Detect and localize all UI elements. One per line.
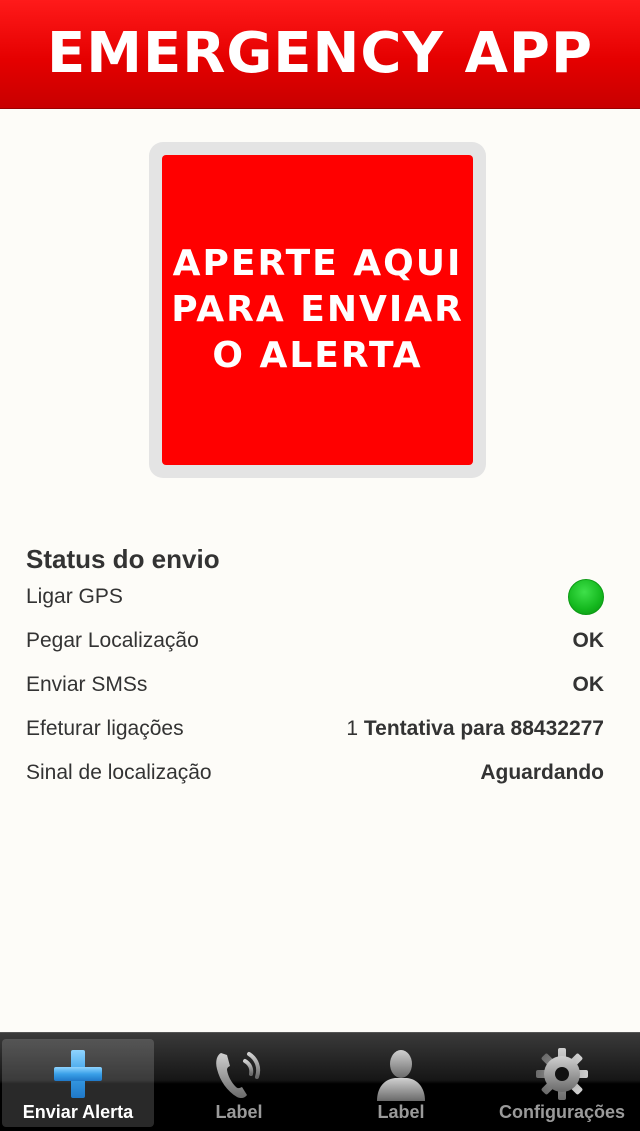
- app-title: EMERGENCY APP: [46, 21, 593, 86]
- call-attempt-count: 1: [346, 717, 359, 740]
- status-label-location: Pegar Localização: [26, 629, 199, 652]
- tab-label-contacts: Label: [377, 1102, 425, 1122]
- tab-label-phone: Label: [215, 1102, 263, 1122]
- plus-icon: [52, 1046, 104, 1102]
- person-icon: [373, 1046, 429, 1102]
- tab-bar: Enviar Alerta Label Label Configurações: [0, 1032, 640, 1131]
- tab-phone[interactable]: Label: [163, 1039, 315, 1127]
- phone-icon: [211, 1046, 267, 1102]
- tab-label-settings: Configurações: [498, 1102, 626, 1122]
- gear-icon: [534, 1046, 590, 1102]
- status-row-location: Pegar Localização OK: [26, 626, 604, 656]
- alert-button-frame: APERTE AQUI PARA ENVIAR O ALERTA: [149, 142, 486, 478]
- status-row-calls: Efeturar ligações 1 Tentativa para 88432…: [26, 714, 604, 744]
- tab-contacts[interactable]: Label: [325, 1039, 477, 1127]
- status-row-signal: Sinal de localização Aguardando: [26, 758, 604, 788]
- status-label-sms: Enviar SMSs: [26, 673, 148, 696]
- status-row-gps: Ligar GPS: [26, 579, 604, 615]
- alert-button-line-2: PARA ENVIAR: [171, 289, 464, 330]
- status-value-sms: OK: [572, 673, 605, 696]
- status-value-location: OK: [572, 629, 605, 652]
- call-attempt-text: Tentativa para 88432277: [363, 717, 604, 740]
- status-title: Status do envio: [26, 544, 220, 574]
- gps-status-indicator-icon: [568, 579, 604, 615]
- tab-label-send-alert: Enviar Alerta: [22, 1102, 134, 1122]
- tab-send-alert[interactable]: Enviar Alerta: [2, 1039, 154, 1127]
- alert-button-line-1: APERTE AQUI: [172, 243, 463, 284]
- app-header: EMERGENCY APP: [0, 0, 640, 109]
- status-label-signal: Sinal de localização: [26, 761, 212, 784]
- status-value-signal: Aguardando: [480, 761, 604, 784]
- status-row-sms: Enviar SMSs OK: [26, 670, 604, 700]
- alert-button-line-3: O ALERTA: [212, 335, 423, 376]
- tab-settings[interactable]: Configurações: [486, 1039, 638, 1127]
- status-label-calls: Efeturar ligações: [26, 717, 184, 740]
- status-label-gps: Ligar GPS: [26, 585, 123, 608]
- status-value-calls: 1 Tentativa para 88432277: [346, 717, 604, 741]
- send-alert-button[interactable]: APERTE AQUI PARA ENVIAR O ALERTA: [162, 155, 473, 465]
